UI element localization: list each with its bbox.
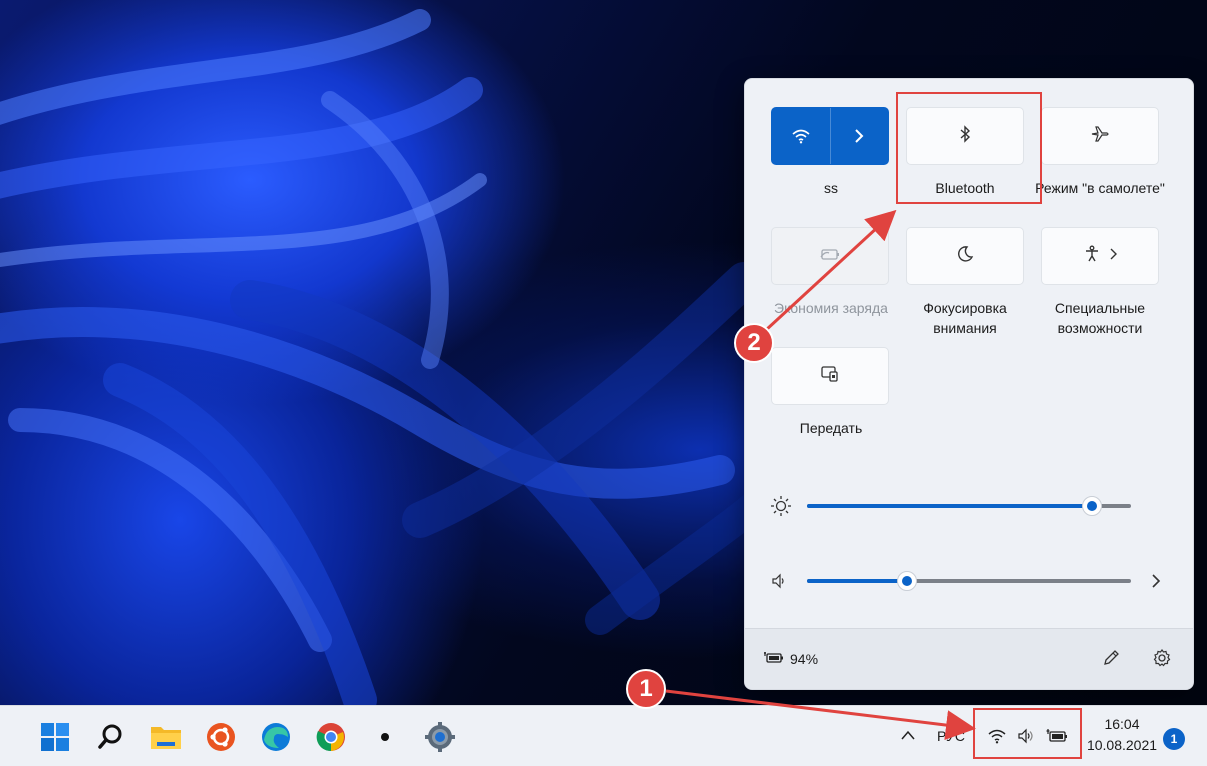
battery-saver-icon — [819, 247, 841, 266]
airplane-tile-label: Режим "в самолете" — [1035, 180, 1165, 196]
tray-highlight-box — [973, 708, 1082, 759]
bluetooth-highlight-box — [896, 92, 1042, 204]
wifi-icon[interactable] — [772, 108, 831, 164]
chevron-right-icon[interactable] — [831, 108, 889, 164]
battery-saver-tile[interactable] — [771, 227, 889, 285]
battery-charging-icon — [763, 650, 785, 671]
brightness-slider-thumb[interactable] — [1082, 496, 1103, 516]
annotation-marker-2: 2 — [734, 323, 774, 363]
volume-slider-row — [745, 566, 1193, 596]
quick-settings-footer: 94% — [745, 628, 1193, 689]
windows-start-icon[interactable] — [38, 720, 72, 754]
clock-date[interactable]: 10.08.2021 — [1084, 737, 1160, 753]
search-icon[interactable] — [94, 720, 128, 754]
volume-slider[interactable] — [807, 571, 1131, 591]
brightness-slider-row — [745, 491, 1193, 521]
volume-slider-thumb[interactable] — [897, 571, 918, 591]
accessibility-tile-label: Специальные возможности — [1054, 300, 1146, 336]
battery-saver-tile-label: Экономия заряда — [774, 300, 888, 316]
accessibility-tile[interactable] — [1041, 227, 1159, 285]
airplane-icon — [1090, 125, 1110, 148]
accessibility-icon — [1083, 245, 1101, 268]
brightness-slider-fill — [807, 504, 1093, 508]
file-explorer-icon[interactable] — [149, 720, 183, 754]
speaker-icon[interactable] — [771, 573, 787, 594]
wifi-toggle-tile[interactable] — [771, 107, 889, 165]
chevron-right-icon[interactable] — [1151, 573, 1161, 594]
annotation-marker-1: 1 — [626, 669, 666, 709]
notification-badge[interactable]: 1 — [1163, 728, 1185, 750]
language-indicator[interactable]: РУС — [937, 728, 965, 744]
battery-percentage: 94% — [790, 651, 819, 667]
chrome-icon[interactable] — [314, 720, 348, 754]
chevron-up-icon[interactable] — [900, 728, 916, 746]
cast-icon — [820, 365, 840, 388]
wifi-tile-label: ss — [824, 180, 838, 196]
focus-assist-tile[interactable] — [906, 227, 1024, 285]
chevron-right-icon — [1109, 247, 1117, 265]
settings-gear-icon[interactable] — [1152, 648, 1172, 673]
airplane-mode-tile[interactable] — [1041, 107, 1159, 165]
volume-slider-fill — [807, 579, 908, 583]
cast-tile[interactable] — [771, 347, 889, 405]
clock-time[interactable]: 16:04 — [1092, 716, 1152, 732]
ubuntu-icon[interactable] — [204, 720, 238, 754]
edge-icon[interactable] — [259, 720, 293, 754]
edit-pencil-icon[interactable] — [1101, 648, 1121, 673]
moon-icon — [956, 245, 974, 268]
dot-icon[interactable] — [368, 720, 402, 754]
focus-assist-tile-label: Фокусировка внимания — [923, 300, 1007, 336]
brightness-slider[interactable] — [807, 496, 1131, 516]
cast-tile-label: Передать — [799, 420, 863, 436]
settings-icon[interactable] — [423, 720, 457, 754]
sun-icon — [770, 495, 792, 522]
